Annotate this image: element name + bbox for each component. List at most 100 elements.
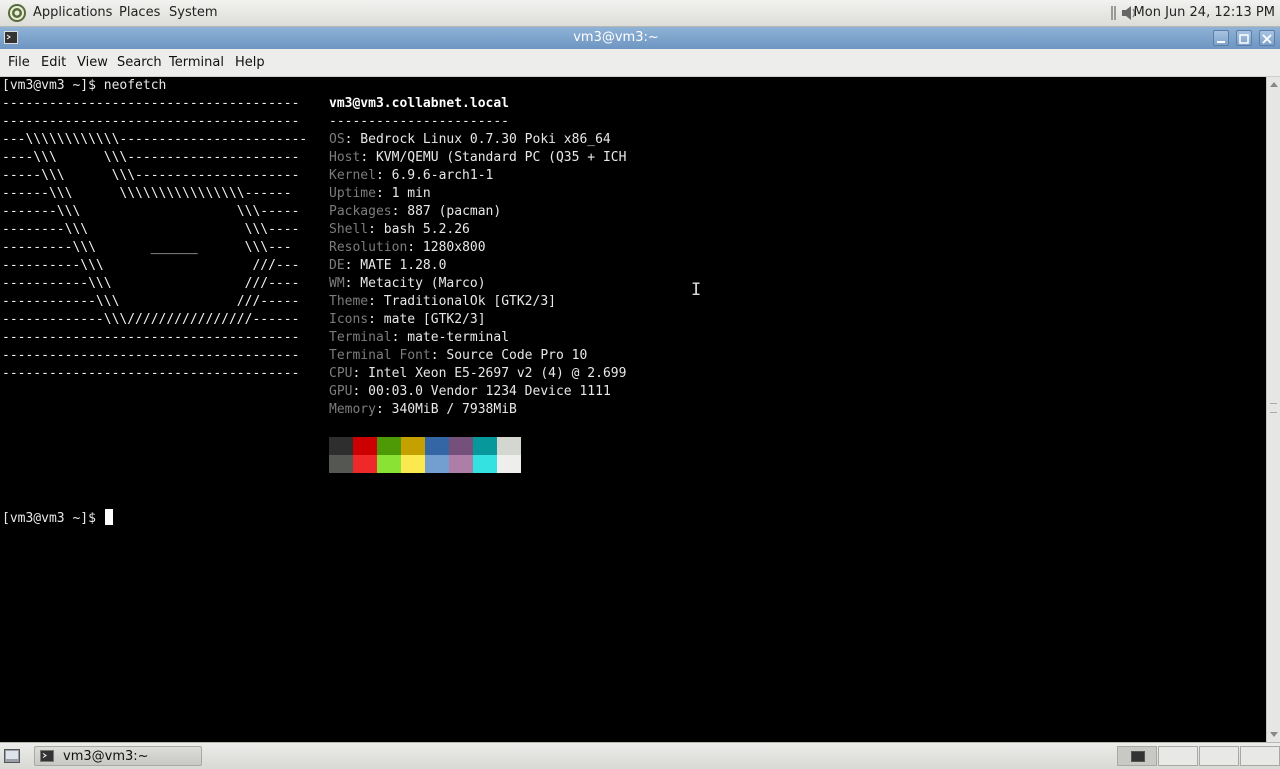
scroll-down-icon[interactable] — [1270, 732, 1278, 737]
info-value: : 1280x800 — [407, 240, 486, 255]
color-swatch — [401, 437, 425, 455]
info-value: : 1 min — [375, 186, 431, 201]
menu-help[interactable]: Help — [235, 49, 265, 77]
info-label: Theme — [329, 294, 369, 309]
color-swatch — [497, 455, 521, 473]
workspace-2[interactable] — [1158, 746, 1198, 766]
menu-terminal[interactable]: Terminal — [169, 49, 224, 77]
info-value: : TraditionalOk [GTK2/3] — [368, 294, 556, 309]
info-line: WM: Metacity (Marco) — [329, 275, 486, 293]
info-value: : Metacity (Marco) — [344, 276, 486, 291]
menu-file[interactable]: File — [8, 49, 30, 77]
menu-search[interactable]: Search — [117, 49, 162, 77]
color-swatch — [473, 437, 497, 455]
menu-view[interactable]: View — [77, 49, 108, 77]
terminal-icon — [1131, 751, 1145, 762]
ascii-logo-line: ------------\\\ ///----- — [2, 294, 300, 309]
color-swatch — [425, 455, 449, 473]
ascii-logo-line: -------------------------------------- — [2, 330, 300, 345]
places-menu[interactable]: Places — [119, 0, 160, 26]
ibeam-cursor-icon: I — [691, 280, 702, 300]
ascii-logo: -------------------------------------- --… — [2, 95, 307, 383]
color-swatch — [329, 455, 353, 473]
info-value: : KVM/QEMU (Standard PC (Q35 + ICH — [360, 150, 627, 165]
taskbar-window-button[interactable]: vm3@vm3:~ — [34, 746, 202, 766]
terminal-area[interactable]: [vm3@vm3 ~]$ neofetch ------------------… — [0, 77, 1266, 742]
workspace-1[interactable] — [1117, 746, 1157, 766]
color-swatch — [377, 455, 401, 473]
info-label: WM — [329, 276, 345, 291]
applications-menu[interactable]: Applications — [33, 0, 112, 26]
info-value: : MATE 1.28.0 — [344, 258, 447, 273]
info-label: Terminal — [329, 330, 392, 345]
info-label: Shell — [329, 222, 369, 237]
info-line: Icons: mate [GTK2/3] — [329, 311, 486, 329]
info-line: Terminal: mate-terminal — [329, 329, 509, 347]
color-swatch — [401, 455, 425, 473]
terminal-scrollbar[interactable] — [1266, 77, 1280, 742]
ascii-logo-line: -------------\\\////////////////------ — [2, 312, 300, 327]
info-label: OS — [329, 132, 345, 147]
ascii-logo-line: ---\\\\\\\\\\\\------------------------ — [2, 132, 308, 147]
ascii-logo-line: ----------\\\ ///--- — [2, 258, 300, 273]
info-label: Uptime — [329, 186, 376, 201]
bottom-panel: vm3@vm3:~ — [0, 742, 1280, 769]
info-line: Kernel: 6.9.6-arch1-1 — [329, 167, 493, 185]
color-swatch — [449, 455, 473, 473]
close-icon — [1262, 34, 1272, 44]
info-line: Memory: 340MiB / 7938MiB — [329, 401, 517, 419]
info-line: OS: Bedrock Linux 0.7.30 Poki x86_64 — [329, 131, 611, 149]
maximize-button[interactable] — [1236, 30, 1252, 46]
info-value: : Bedrock Linux 0.7.30 Poki x86_64 — [344, 132, 611, 147]
clock[interactable]: Mon Jun 24, 12:13 PM — [1134, 0, 1275, 26]
terminal-icon — [40, 750, 54, 762]
ascii-logo-line: -------\\\ \\\----- — [2, 204, 300, 219]
prompt-line: [vm3@vm3 ~]$ — [2, 509, 113, 528]
color-swatch — [473, 455, 497, 473]
ascii-logo-line: --------\\\ \\\---- — [2, 222, 300, 237]
workspace-3[interactable] — [1199, 746, 1239, 766]
text-cursor — [104, 509, 113, 525]
info-line: Shell: bash 5.2.26 — [329, 221, 470, 239]
ascii-logo-line: ----\\\ \\\---------------------- — [2, 150, 300, 165]
color-swatch — [425, 437, 449, 455]
color-swatch — [497, 437, 521, 455]
ascii-logo-line: -----------\\\ ///---- — [2, 276, 300, 291]
info-value: : 6.9.6-arch1-1 — [375, 168, 494, 183]
user-host: vm3@vm3.collabnet.local — [329, 96, 510, 111]
color-swatch — [329, 437, 353, 455]
ascii-logo-line: -------------------------------------- — [2, 348, 300, 363]
close-button[interactable] — [1259, 30, 1275, 46]
ascii-logo-line: ------\\\ \\\\\\\\\\\\\\\\------ — [2, 186, 292, 201]
minimize-button[interactable] — [1213, 30, 1229, 46]
workspace-4[interactable] — [1240, 746, 1280, 766]
menu-edit[interactable]: Edit — [41, 49, 66, 77]
info-value: : bash 5.2.26 — [368, 222, 470, 237]
info-line: Terminal Font: Source Code Pro 10 — [329, 347, 587, 365]
system-menu[interactable]: System — [169, 0, 217, 26]
mate-logo-icon[interactable] — [7, 3, 27, 23]
color-swatch — [449, 437, 473, 455]
scroll-up-icon[interactable] — [1270, 82, 1278, 87]
info-label: GPU — [329, 384, 353, 399]
info-label: CPU — [329, 366, 353, 381]
color-swatch — [377, 437, 401, 455]
minimize-icon — [1217, 41, 1225, 43]
info-line: Resolution: 1280x800 — [329, 239, 486, 257]
info-label: Memory — [329, 402, 376, 417]
info-line: GPU: 00:03.0 Vendor 1234 Device 1111 — [329, 383, 611, 401]
info-line: Packages: 887 (pacman) — [329, 203, 501, 221]
show-desktop-icon[interactable] — [4, 749, 20, 763]
window-titlebar[interactable]: vm3@vm3:~ — [0, 27, 1280, 49]
info-label: Packages — [329, 204, 392, 219]
info-label: Terminal Font — [329, 348, 431, 363]
maximize-icon — [1239, 34, 1249, 44]
color-swatch — [353, 455, 377, 473]
info-value: : Intel Xeon E5-2697 v2 (4) @ 2.699 — [352, 366, 627, 381]
top-panel: Applications Places System Mon Jun 24, 1… — [0, 0, 1280, 27]
info-value: : mate [GTK2/3] — [368, 312, 486, 327]
scroll-grip-icon[interactable] — [1270, 403, 1277, 413]
info-line: CPU: Intel Xeon E5-2697 v2 (4) @ 2.699 — [329, 365, 626, 383]
info-line: DE: MATE 1.28.0 — [329, 257, 446, 275]
ascii-logo-line: -------------------------------------- — [2, 366, 300, 381]
